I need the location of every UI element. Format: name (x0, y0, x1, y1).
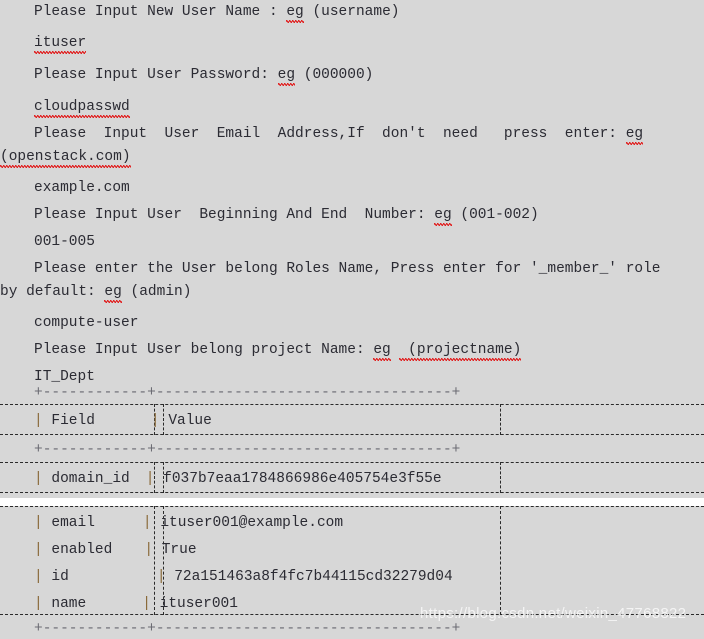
selection-border-top-header (0, 404, 704, 405)
selection-border-top-rows (0, 506, 704, 507)
table-border-bottom: +------------+--------------------------… (34, 621, 461, 637)
table-cell-field: email (51, 515, 95, 531)
table-cell-field: domain_id (51, 471, 130, 487)
prompt-password-example: (000000) (295, 67, 374, 83)
table-row: | id | 72a151463a8f4fc7b44115cd32279d04 (34, 569, 453, 585)
prompt-project-text: Please Input User belong project Name: (34, 342, 374, 358)
console-line-input-username: ituser (0, 33, 704, 54)
table-header-row: | Field | Value (34, 413, 212, 429)
console-line-prompt-username: Please Input New User Name : eg (usernam… (0, 2, 704, 23)
table-cell-value: ituser001 (159, 596, 238, 612)
input-password-value: cloudpasswd (34, 99, 130, 118)
table-cell-value: ituser001@example.com (160, 515, 344, 531)
prompt-username-eg: eg (286, 4, 305, 23)
selection-border-bottom-domainid (0, 492, 704, 493)
table-cell-value: True (161, 542, 197, 558)
prompt-project-eg: eg (373, 342, 392, 361)
prompt-range-text: Please Input User Beginning And End Numb… (34, 207, 435, 223)
prompt-roles-eg: eg (104, 284, 123, 303)
console-line-prompt-roles: Please enter the User belong Roles Name,… (0, 259, 704, 279)
prompt-username-example: (username) (303, 4, 400, 20)
input-email-value: example.com (34, 180, 130, 196)
input-range-value: 001-005 (34, 234, 95, 250)
prompt-password-text: Please Input User Password: (34, 67, 278, 83)
selection-border-bottom-header (0, 434, 704, 435)
table-cell-field: enabled (51, 542, 113, 558)
prompt-email-example: (openstack.com) (0, 149, 131, 168)
prompt-range-example: (001-002) (451, 207, 539, 223)
console-line-prompt-range: Please Input User Beginning And End Numb… (0, 205, 704, 226)
table-border-top: +------------+--------------------------… (34, 385, 461, 401)
input-username-value: ituser (34, 35, 87, 54)
prompt-roles-text: Please enter the User belong Roles Name,… (34, 261, 661, 277)
console-output-page: Please Input New User Name : eg (usernam… (0, 0, 704, 637)
selection-group-gap (0, 498, 704, 506)
input-roles-value: compute-user (34, 315, 139, 331)
prompt-password-eg: eg (277, 67, 296, 86)
prompt-roles-default: by default: (0, 284, 105, 300)
console-line-prompt-roles-wrap: by default: eg (admin) (0, 282, 704, 303)
table-cell-value: 72a151463a8f4fc7b44115cd32279d04 (174, 569, 453, 585)
table-row: | domain_id | f037b7eaa1784866986e405754e… (34, 471, 442, 487)
console-line-input-email: example.com (0, 178, 704, 198)
console-line-prompt-email-wrap: (openstack.com) (0, 147, 704, 168)
table-row: | name | ituser001 (34, 596, 238, 612)
console-line-prompt-password: Please Input User Password: eg (000000) (0, 65, 704, 86)
console-line-input-range: 001-005 (0, 232, 704, 252)
prompt-email-text: Please Input User Email Address,If don't… (34, 126, 626, 142)
selection-border-top-domainid (0, 462, 704, 463)
prompt-range-eg: eg (434, 207, 453, 226)
table-header-field: Field (51, 413, 95, 429)
prompt-username-text: Please Input New User Name : (34, 4, 287, 20)
table-row: | enabled | True (34, 542, 197, 558)
prompt-roles-example: (admin) (121, 284, 192, 300)
prompt-project-example: (projectname) (399, 342, 522, 361)
table-border-middle: +------------+--------------------------… (34, 442, 461, 458)
table-cell-value: f037b7eaa1784866986e405754e3f55e (163, 471, 442, 487)
console-line-input-password: cloudpasswd (0, 97, 704, 118)
console-line-prompt-email: Please Input User Email Address,If don't… (0, 124, 704, 145)
console-line-prompt-project: Please Input User belong project Name: e… (0, 340, 704, 361)
table-cell-field: name (51, 596, 87, 612)
table-cell-field: id (51, 569, 69, 585)
table-header-value: Value (168, 413, 212, 429)
prompt-email-eg: eg (625, 126, 644, 145)
table-row: | email | ituser001@example.com (34, 515, 344, 531)
console-line-input-roles: compute-user (0, 313, 704, 333)
selection-border-bottom-rows (0, 614, 704, 615)
